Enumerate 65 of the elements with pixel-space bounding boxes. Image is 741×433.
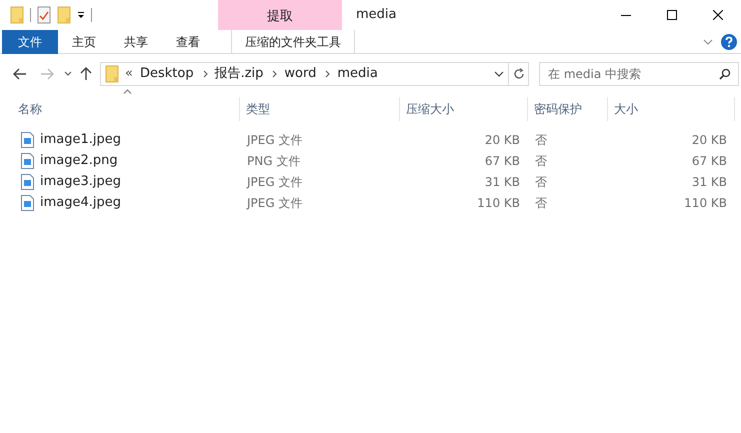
chevron-icon[interactable] [272, 70, 278, 78]
folder-icon [105, 65, 119, 83]
chevron-icon[interactable] [325, 70, 330, 78]
table-cell-text: 20 KB [484, 132, 520, 148]
refresh-button[interactable] [509, 62, 529, 86]
search-field[interactable]: 在 media 中搜索 [539, 62, 739, 86]
table-cell-text: 否 [535, 194, 547, 212]
table-cell-text: 31 KB [484, 174, 520, 190]
image-file-icon [21, 174, 34, 190]
table-cell-text: 67 KB [484, 152, 520, 170]
help-icon[interactable] [721, 34, 737, 50]
table-cell-text: 否 [535, 152, 547, 170]
column-header[interactable]: 密码保护 [528, 97, 608, 121]
breadcrumb-item[interactable]: media [337, 64, 378, 84]
chevron-icon[interactable] [202, 70, 208, 78]
table-cell-text: 110 KB [477, 194, 520, 212]
address-bar[interactable]: « Desktop 报告.zip word media [100, 62, 509, 86]
file-name: image1.jpeg [40, 130, 122, 149]
maximize-icon [667, 10, 677, 20]
file-name: image4.jpeg [40, 194, 122, 212]
close-icon [713, 10, 723, 20]
table-cell-text: PNG 文件 [247, 152, 300, 170]
expand-ribbon-icon[interactable] [703, 38, 713, 44]
image-file-icon [21, 132, 34, 148]
ribbon-tab[interactable]: 压缩的文件夹工具 [231, 30, 355, 54]
file-row[interactable]: image2.png PNG 文件 67 KB 否 67 KB [18, 150, 741, 171]
breadcrumb-item[interactable]: word [284, 64, 316, 84]
sort-ascending-icon [123, 89, 132, 94]
file-row[interactable]: image1.jpeg JPEG 文件 20 KB 否 20 KB [18, 129, 741, 150]
up-icon[interactable] [80, 67, 92, 81]
column-header[interactable]: 压缩大小 [400, 97, 528, 121]
back-icon[interactable] [13, 68, 27, 80]
table-cell-text: 20 KB [692, 132, 727, 148]
window-title: media [356, 6, 398, 24]
table-cell-text: JPEG 文件 [247, 132, 302, 148]
column-header[interactable]: 名称 [18, 97, 240, 121]
properties-icon[interactable] [37, 6, 51, 24]
ribbon-tab[interactable]: 共享 [110, 30, 162, 54]
table-cell-text: JPEG 文件 [247, 194, 302, 212]
table-cell-text: 否 [535, 132, 547, 148]
breadcrumb-overflow[interactable]: « [125, 64, 133, 84]
refresh-icon [512, 68, 524, 80]
breadcrumb-item[interactable]: 报告.zip [214, 64, 264, 84]
search-icon[interactable] [719, 68, 731, 80]
table-cell-text: 67 KB [692, 152, 727, 170]
file-name: image3.jpeg [40, 172, 122, 191]
table-cell-text: 否 [535, 174, 547, 190]
breadcrumb-item[interactable]: Desktop [140, 64, 194, 84]
file-name: image2.png [40, 152, 118, 170]
image-file-icon [21, 194, 34, 210]
image-file-icon [21, 152, 34, 168]
ribbon-tab[interactable]: 主页 [58, 30, 110, 54]
file-row[interactable]: image4.jpeg JPEG 文件 110 KB 否 110 KB [18, 192, 741, 213]
recent-locations-icon[interactable] [64, 71, 72, 77]
table-cell-text: 31 KB [692, 174, 727, 190]
customize-toolbar-icon[interactable] [77, 11, 85, 19]
column-header[interactable]: 大小 [608, 97, 735, 121]
dropdown-icon[interactable] [494, 71, 504, 77]
file-row[interactable]: image3.jpeg JPEG 文件 31 KB 否 31 KB [18, 171, 741, 192]
ribbon-tab[interactable]: 查看 [162, 30, 214, 54]
column-header[interactable]: 类型 [240, 97, 400, 121]
table-cell-text: 110 KB [684, 194, 727, 212]
ribbon-tab[interactable]: 文件 [2, 30, 58, 54]
context-tab-group: 提取 [218, 0, 342, 30]
table-cell-text: JPEG 文件 [247, 174, 302, 190]
